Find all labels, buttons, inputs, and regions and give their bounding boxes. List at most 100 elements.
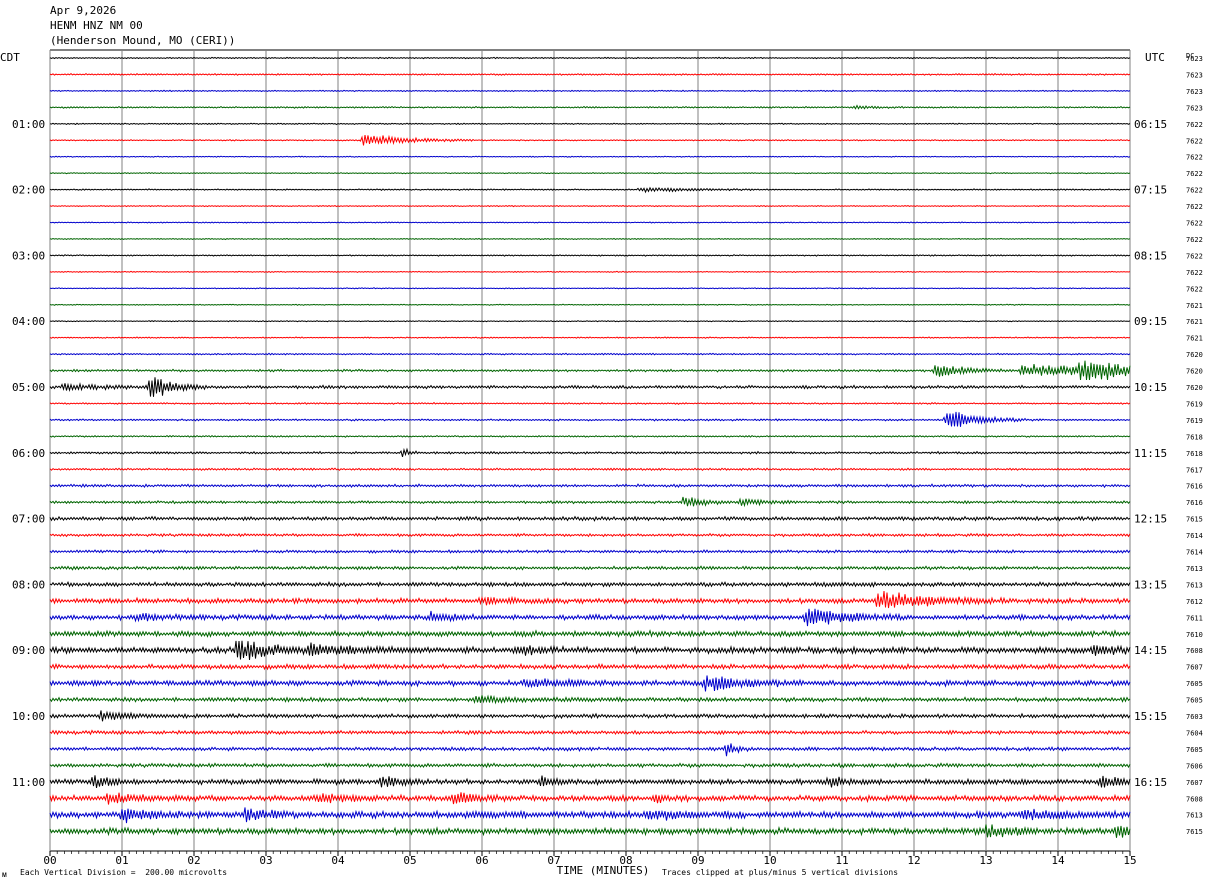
- dc-offset-label: 7622: [1186, 170, 1203, 178]
- x-tick-label: 00: [43, 854, 56, 867]
- left-hour-label: 11:00: [12, 776, 45, 789]
- trace-row: [49, 411, 1131, 427]
- trace-row: [49, 591, 1131, 609]
- right-hour-label: 11:15: [1134, 447, 1167, 460]
- right-hour-label: 16:15: [1134, 776, 1167, 789]
- trace-row: [49, 72, 1131, 76]
- trace-row: [49, 320, 1131, 323]
- x-tick-label: 15: [1123, 854, 1136, 867]
- dc-offset-label: 7612: [1186, 598, 1203, 606]
- trace-row: [49, 467, 1131, 472]
- trace-row: [49, 608, 1131, 627]
- left-hour-label: 08:00: [12, 578, 45, 591]
- trace-row: [49, 89, 1131, 93]
- dc-offset-label: 7616: [1186, 483, 1203, 491]
- helicorder-plot: 00 01 02 03 04 05 06 07 08 09 10 11 12 13 14 15TIME (MI…: [0, 49, 1203, 877]
- trace-row: [49, 675, 1131, 692]
- dc-offset-label: 7622: [1186, 285, 1203, 293]
- dc-offset-label: 7623: [1186, 88, 1203, 96]
- dc-offset-label: 7619: [1186, 400, 1203, 408]
- dc-offset-label: 7622: [1186, 203, 1203, 211]
- x-tick-label: 10: [763, 854, 776, 867]
- trace-row: [49, 122, 1131, 126]
- x-axis-title: TIME (MINUTES): [557, 864, 650, 877]
- seismic-traces: [49, 56, 1131, 838]
- right-hour-label: 12:15: [1134, 513, 1167, 526]
- trace-row: [49, 434, 1131, 438]
- dc-offset-label: 7611: [1186, 614, 1203, 622]
- trace-row: [49, 104, 1131, 110]
- dc-offset-label: 7622: [1186, 236, 1203, 244]
- trace-row: [49, 629, 1131, 639]
- left-hour-label: 01:00: [12, 118, 45, 131]
- trace-row: [49, 565, 1131, 571]
- trace-row: [49, 807, 1131, 824]
- dc-offset-label: 7608: [1186, 795, 1203, 803]
- left-hour-label: 09:00: [12, 644, 45, 657]
- dc-offset-label: 7622: [1186, 220, 1203, 228]
- x-tick-label: 05: [403, 854, 416, 867]
- left-timezone-label: CDT: [0, 51, 20, 64]
- dc-offset-label: 7605: [1186, 680, 1203, 688]
- x-tick-label: 01: [115, 854, 128, 867]
- dc-offset-label: 7616: [1186, 499, 1203, 507]
- dc-offset-label: 7621: [1186, 302, 1203, 310]
- left-hour-label: 06:00: [12, 447, 45, 460]
- dc-offset-label: 7613: [1186, 812, 1203, 820]
- dc-offset-label: 7605: [1186, 697, 1203, 705]
- trace-row: [49, 792, 1131, 805]
- trace-row: [49, 377, 1131, 397]
- dc-offset-label: 7618: [1186, 450, 1203, 458]
- dc-offset-label: 7614: [1186, 549, 1203, 557]
- time-grid: [49, 49, 1131, 856]
- dc-offset-label: 7606: [1186, 762, 1203, 770]
- left-hour-label: 04:00: [12, 315, 45, 328]
- trace-row: [49, 303, 1131, 306]
- dc-offset-label: 7614: [1186, 532, 1203, 540]
- trace-row: [49, 515, 1131, 522]
- left-hour-label: 05:00: [12, 381, 45, 394]
- trace-row: [49, 254, 1131, 257]
- dc-offset-label: 7607: [1186, 664, 1203, 672]
- x-tick-label: 13: [979, 854, 992, 867]
- dc-offset-label: 7607: [1186, 779, 1203, 787]
- dc-offset-label: 7618: [1186, 433, 1203, 441]
- dc-offset-label: 7619: [1186, 417, 1203, 425]
- trace-row: [49, 762, 1131, 769]
- dc-offset-label: 7622: [1186, 269, 1203, 277]
- trace-row: [49, 483, 1131, 489]
- x-tick-label: 14: [1051, 854, 1065, 867]
- scale-note: Each Vertical Division = 200.00 microvol…: [20, 868, 228, 877]
- clip-note: Traces clipped at plus/minus 5 vertical …: [662, 868, 899, 877]
- right-hour-label: 10:15: [1134, 381, 1167, 394]
- axis-labels: 00 01 02 03 04 05 06 07 08 09 10 11 12 13 14 15TIME (MI…: [0, 51, 1203, 877]
- trace-row: [49, 580, 1131, 588]
- right-hour-label: 13:15: [1134, 578, 1167, 591]
- dc-offset-label: 7608: [1186, 647, 1203, 655]
- trace-row: [49, 549, 1131, 554]
- left-hour-label: 10:00: [12, 710, 45, 723]
- dc-offset-label: 7623: [1186, 104, 1203, 112]
- trace-row: [49, 204, 1131, 208]
- x-tick-label: 02: [187, 854, 200, 867]
- trace-row: [49, 640, 1131, 660]
- right-timezone-label: UTC: [1145, 51, 1165, 64]
- x-tick-label: 04: [331, 854, 345, 867]
- dc-offset-label: 7621: [1186, 335, 1203, 343]
- trace-row: [49, 447, 1131, 458]
- dc-offset-label: 7623: [1186, 55, 1203, 63]
- x-tick-label: 11: [835, 854, 848, 867]
- trace-row: [49, 662, 1131, 671]
- trace-row: [49, 694, 1131, 705]
- trace-row: [49, 743, 1131, 757]
- dc-offset-label: 7621: [1186, 318, 1203, 326]
- right-hour-label: 15:15: [1134, 710, 1167, 723]
- dc-offset-label: 7617: [1186, 466, 1203, 474]
- right-hour-label: 06:15: [1134, 118, 1167, 131]
- dc-offset-label: 7620: [1186, 351, 1203, 359]
- dc-offset-label: 7603: [1186, 713, 1203, 721]
- trace-row: [49, 186, 1131, 194]
- trace-row: [49, 824, 1131, 838]
- trace-row: [49, 172, 1131, 175]
- right-hour-label: 14:15: [1134, 644, 1167, 657]
